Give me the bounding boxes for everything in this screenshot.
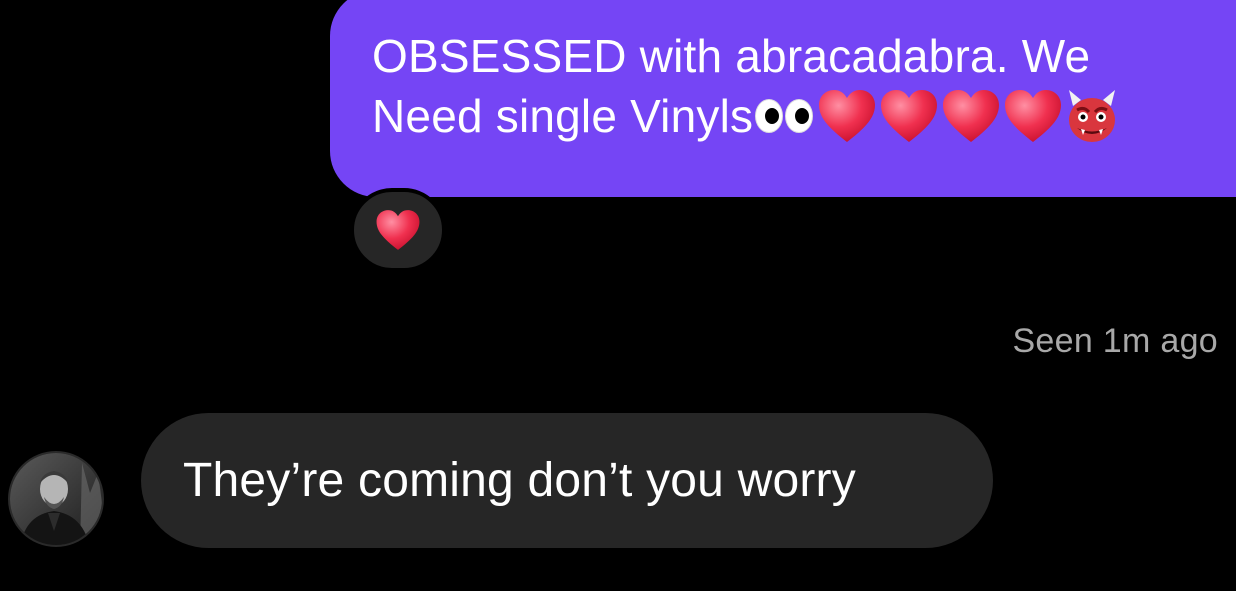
message-reaction[interactable] xyxy=(350,188,446,272)
sent-message-bubble[interactable]: OBSESSED with abracadabra. We Need singl… xyxy=(330,0,1236,197)
red-heart-icon xyxy=(943,89,1000,142)
received-message-text: They’re coming don’t you worry xyxy=(183,454,856,507)
seen-status: Seen 1m ago xyxy=(1012,322,1218,360)
ogre-icon xyxy=(1069,89,1116,142)
avatar[interactable] xyxy=(8,451,104,547)
red-heart-icon xyxy=(376,210,420,250)
eyes-emoji-icon xyxy=(755,98,814,133)
sent-message-emojis xyxy=(755,88,1119,144)
red-heart-icon xyxy=(881,89,938,142)
chat-thread: OBSESSED with abracadabra. We Need singl… xyxy=(0,0,1236,591)
avatar-photo xyxy=(10,453,102,545)
sent-message-line-2-wrapper: Need single Vinyls xyxy=(372,86,1216,148)
sent-message-line-1: OBSESSED with abracadabra. We xyxy=(372,30,1091,82)
red-heart-icon xyxy=(819,89,876,142)
red-heart-icon xyxy=(1005,89,1062,142)
eye-left xyxy=(755,98,784,133)
sent-message-line-2: Need single Vinyls xyxy=(372,90,754,142)
received-message-bubble[interactable]: They’re coming don’t you worry xyxy=(141,413,993,548)
eye-right xyxy=(785,98,814,133)
